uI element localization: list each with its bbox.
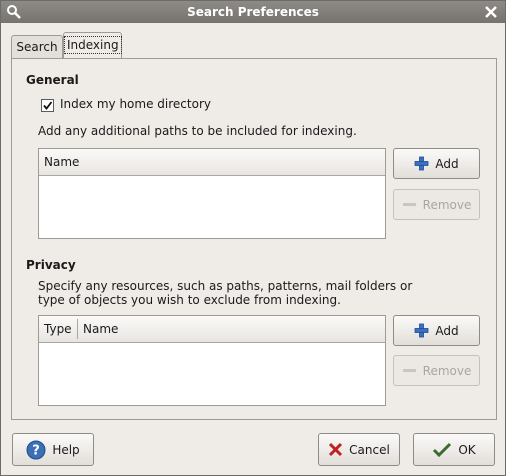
minus-icon [402,369,416,372]
exclusions-list[interactable]: Type Name [38,315,386,406]
tab-indexing-label: Indexing [64,36,122,54]
privacy-hint-line2: type of objects you wish to exclude from… [38,293,341,307]
ok-label: OK [458,442,476,457]
minus-icon [402,203,416,206]
ok-button[interactable]: OK [413,433,495,466]
help-icon: ? [26,440,46,459]
cancel-button[interactable]: Cancel [318,433,400,466]
tab-indexing[interactable]: Indexing [63,32,122,59]
cancel-label: Cancel [349,442,390,457]
column-separator [77,319,78,339]
index-home-checkbox[interactable] [41,99,54,112]
cancel-icon [329,442,343,457]
tab-search[interactable]: Search [11,35,63,58]
add-exclusion-button[interactable]: Add [393,315,480,346]
add-path-label: Add [435,156,459,171]
remove-path-button[interactable]: Remove [393,189,480,220]
privacy-hint-line1: Specify any resources, such as paths, pa… [38,279,413,293]
column-name[interactable]: Name [44,155,79,169]
title-bar[interactable]: Search Preferences [1,1,505,23]
help-label: Help [52,442,80,457]
remove-exclusion-label: Remove [422,363,472,378]
tab-search-label: Search [16,40,58,54]
paths-hint: Add any additional paths to be included … [38,124,357,138]
ok-icon [433,442,452,457]
index-home-label[interactable]: Index my home directory [60,97,211,111]
paths-list[interactable]: Name [38,148,386,239]
add-exclusion-label: Add [435,323,459,338]
checkmark-icon [43,101,53,110]
add-path-button[interactable]: Add [393,148,480,179]
general-heading: General [26,73,79,87]
close-icon[interactable] [483,4,499,20]
column-name[interactable]: Name [83,322,118,336]
plus-icon [414,323,429,338]
privacy-heading: Privacy [26,258,76,272]
exclusions-list-header: Type Name [39,316,385,343]
help-button[interactable]: ? Help [12,433,94,466]
svg-text:?: ? [33,443,41,458]
remove-exclusion-button[interactable]: Remove [393,355,480,386]
remove-path-label: Remove [422,197,472,212]
plus-icon [414,156,429,171]
window-title: Search Preferences [187,5,319,19]
paths-list-header: Name [39,149,385,176]
search-preferences-window: Search Preferences Search Indexing Gener… [0,0,506,476]
column-type[interactable]: Type [44,322,72,336]
